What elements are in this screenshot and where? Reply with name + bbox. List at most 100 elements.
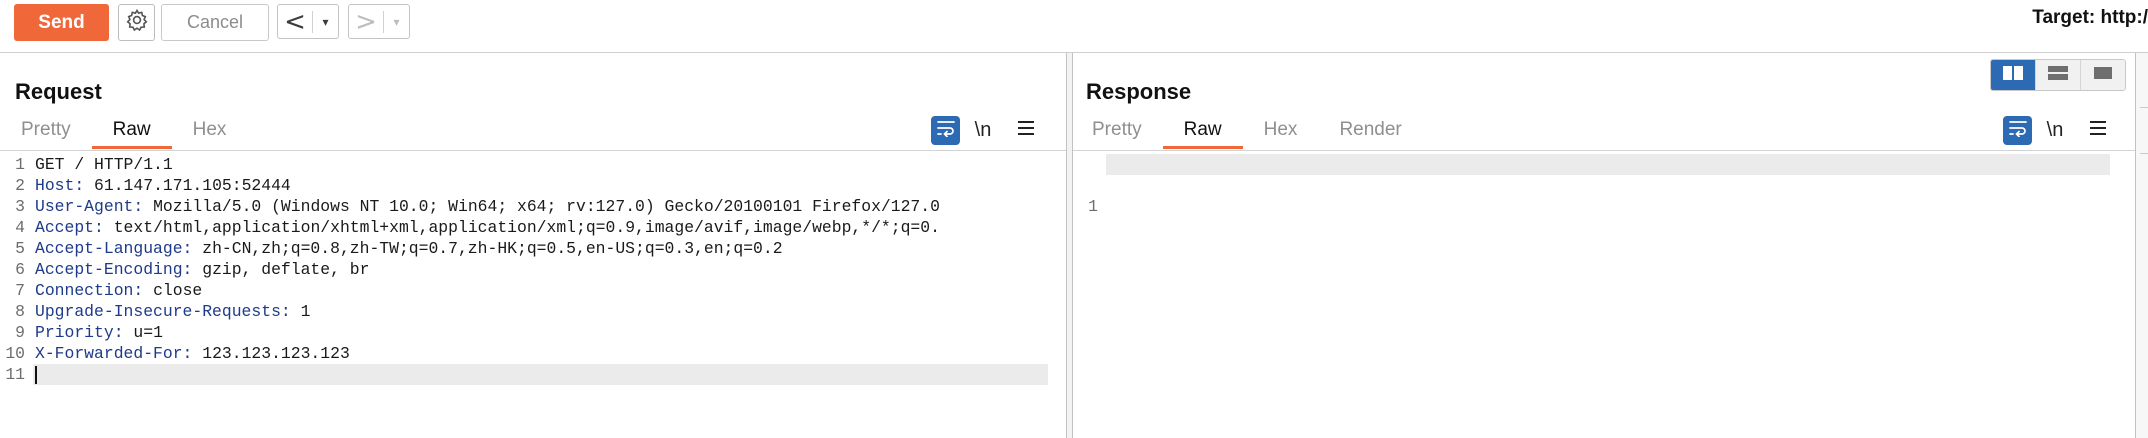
divider <box>0 150 1066 151</box>
header-name: X-Forwarded-For <box>35 344 183 363</box>
tab-raw[interactable]: Raw <box>91 115 172 149</box>
header-name: Connection <box>35 281 134 300</box>
header-value: 123.123.123.123 <box>202 344 350 363</box>
code-line: 5 Accept-Language: zh-CN,zh;q=0.8,zh-TW;q… <box>0 238 1066 259</box>
tab-render[interactable]: Render <box>1318 115 1422 147</box>
layout-side-by-side-button[interactable] <box>1991 60 2035 90</box>
header-value: 61.147.171.105:52444 <box>94 176 291 195</box>
divider <box>2140 153 2148 154</box>
header-name: Host <box>35 176 75 195</box>
line-number: 1 <box>1088 197 1098 216</box>
toolbar: Send Cancel < ▾ > ▾ Target: http:/ <box>0 0 2148 53</box>
line-number: 9 <box>15 323 25 342</box>
response-title: Response <box>1086 79 1192 104</box>
current-line-highlight <box>33 364 1048 385</box>
header-value: close <box>153 281 203 300</box>
divider <box>2140 107 2148 108</box>
line-number: 4 <box>15 218 25 237</box>
header-name: Priority <box>35 323 114 342</box>
line-number: 6 <box>15 260 25 279</box>
line-text: Upgrade-Insecure-Requests: 1 <box>35 302 311 321</box>
wrap-lines-icon <box>2008 119 2028 142</box>
back-arrow-button[interactable]: < <box>278 7 312 37</box>
header-value: u=1 <box>133 323 163 342</box>
show-newlines-toggle[interactable]: \n <box>960 119 1006 142</box>
history-forward-group: > ▾ <box>348 4 410 39</box>
tab-hex[interactable]: Hex <box>172 115 248 147</box>
code-line: 4 Accept: text/html,application/xhtml+xml… <box>0 217 1066 238</box>
word-wrap-toggle[interactable] <box>2003 116 2032 145</box>
line-text: Accept: text/html,application/xhtml+xml,… <box>35 218 940 237</box>
header-name: Upgrade-Insecure-Requests <box>35 302 281 321</box>
gear-icon <box>125 8 149 37</box>
line-text: User-Agent: Mozilla/5.0 (Windows NT 10.0… <box>35 197 940 216</box>
header-value: text/html,application/xhtml+xml,applicat… <box>113 218 940 237</box>
request-title: Request <box>15 79 102 104</box>
editor-menu-button[interactable] <box>1006 120 1046 141</box>
header-value: zh-CN,zh;q=0.8,zh-TW;q=0.7,zh-HK;q=0.5,e… <box>202 239 783 258</box>
editor-menu-button[interactable] <box>2078 120 2118 141</box>
tab-pretty[interactable]: Pretty <box>0 115 92 147</box>
line-text: X-Forwarded-For: 123.123.123.123 <box>35 344 350 363</box>
text-caret <box>35 366 37 384</box>
tab-pretty[interactable]: Pretty <box>1071 115 1163 147</box>
tab-hex[interactable]: Hex <box>1243 115 1319 147</box>
response-tabs: Pretty Raw Hex Render <box>1071 115 1423 149</box>
line-number: 5 <box>15 239 25 258</box>
show-newlines-toggle[interactable]: \n <box>2032 119 2078 142</box>
single-pane-layout-icon <box>2092 65 2114 86</box>
columns-layout-icon <box>2002 65 2024 86</box>
code-line: 8 Upgrade-Insecure-Requests: 1 <box>0 301 1066 322</box>
code-line: 1 GET / HTTP/1.1 <box>0 154 1066 175</box>
line-number: 3 <box>15 197 25 216</box>
target-label[interactable]: Target: http:/ <box>2032 7 2148 29</box>
forward-arrow-button[interactable]: > <box>349 7 383 37</box>
forward-history-dropdown[interactable]: ▾ <box>384 15 409 29</box>
response-editor[interactable]: 1 <box>1073 154 2135 438</box>
history-back-group: < ▾ <box>277 4 339 39</box>
response-editor-tools: \n <box>2003 116 2118 145</box>
request-panel: Request Pretty Raw Hex \n 1 GET / HTTP/1… <box>0 53 1067 438</box>
code-line: 10 X-Forwarded-For: 123.123.123.123 <box>0 343 1066 364</box>
tab-raw[interactable]: Raw <box>1162 115 1243 149</box>
hamburger-menu-icon <box>2089 120 2107 141</box>
line-number: 10 <box>5 344 25 363</box>
word-wrap-toggle[interactable] <box>931 116 960 145</box>
layout-tabs-button[interactable] <box>2080 60 2125 90</box>
line-number: 7 <box>15 281 25 300</box>
line-text: Connection: close <box>35 281 203 300</box>
line-text: Accept-Encoding: gzip, deflate, br <box>35 260 370 279</box>
divider <box>1073 150 2135 151</box>
header-name: Accept-Encoding <box>35 260 183 279</box>
request-editor[interactable]: 1 GET / HTTP/1.1 2 Host: 61.147.171.105:52… <box>0 154 1066 438</box>
line-text: Host: 61.147.171.105:52444 <box>35 176 291 195</box>
code-line-current: 11 <box>0 364 1066 385</box>
header-name: Accept <box>35 218 95 237</box>
request-tabs: Pretty Raw Hex <box>0 115 248 149</box>
wrap-lines-icon <box>936 119 956 142</box>
right-side-strip <box>2136 53 2148 438</box>
header-value: Mozilla/5.0 (Windows NT 10.0; Win64; x64… <box>153 197 940 216</box>
header-name: Accept-Language <box>35 239 183 258</box>
cancel-button[interactable]: Cancel <box>161 4 269 41</box>
code-line: 7 Connection: close <box>0 280 1066 301</box>
layout-stacked-button[interactable] <box>2035 60 2080 90</box>
current-line-highlight <box>1106 154 2110 175</box>
code-line-current: 1 <box>1073 154 2135 216</box>
hamburger-menu-icon <box>1017 120 1035 141</box>
line-text: Accept-Language: zh-CN,zh;q=0.8,zh-TW;q=… <box>35 239 783 258</box>
code-line: 9 Priority: u=1 <box>0 322 1066 343</box>
line-number: 1 <box>15 155 25 174</box>
send-button[interactable]: Send <box>14 4 109 41</box>
code-line: 6 Accept-Encoding: gzip, deflate, br <box>0 259 1066 280</box>
line-number: 8 <box>15 302 25 321</box>
rows-layout-icon <box>2047 65 2069 86</box>
layout-view-switch <box>1990 59 2126 91</box>
line-number: 11 <box>5 365 25 384</box>
settings-button[interactable] <box>118 4 155 41</box>
line-number: 2 <box>15 176 25 195</box>
back-history-dropdown[interactable]: ▾ <box>313 15 338 29</box>
request-editor-tools: \n <box>931 116 1046 145</box>
response-panel: Response Pretty Raw Hex Render \n 1 <box>1073 53 2136 438</box>
header-value: 1 <box>300 302 311 321</box>
